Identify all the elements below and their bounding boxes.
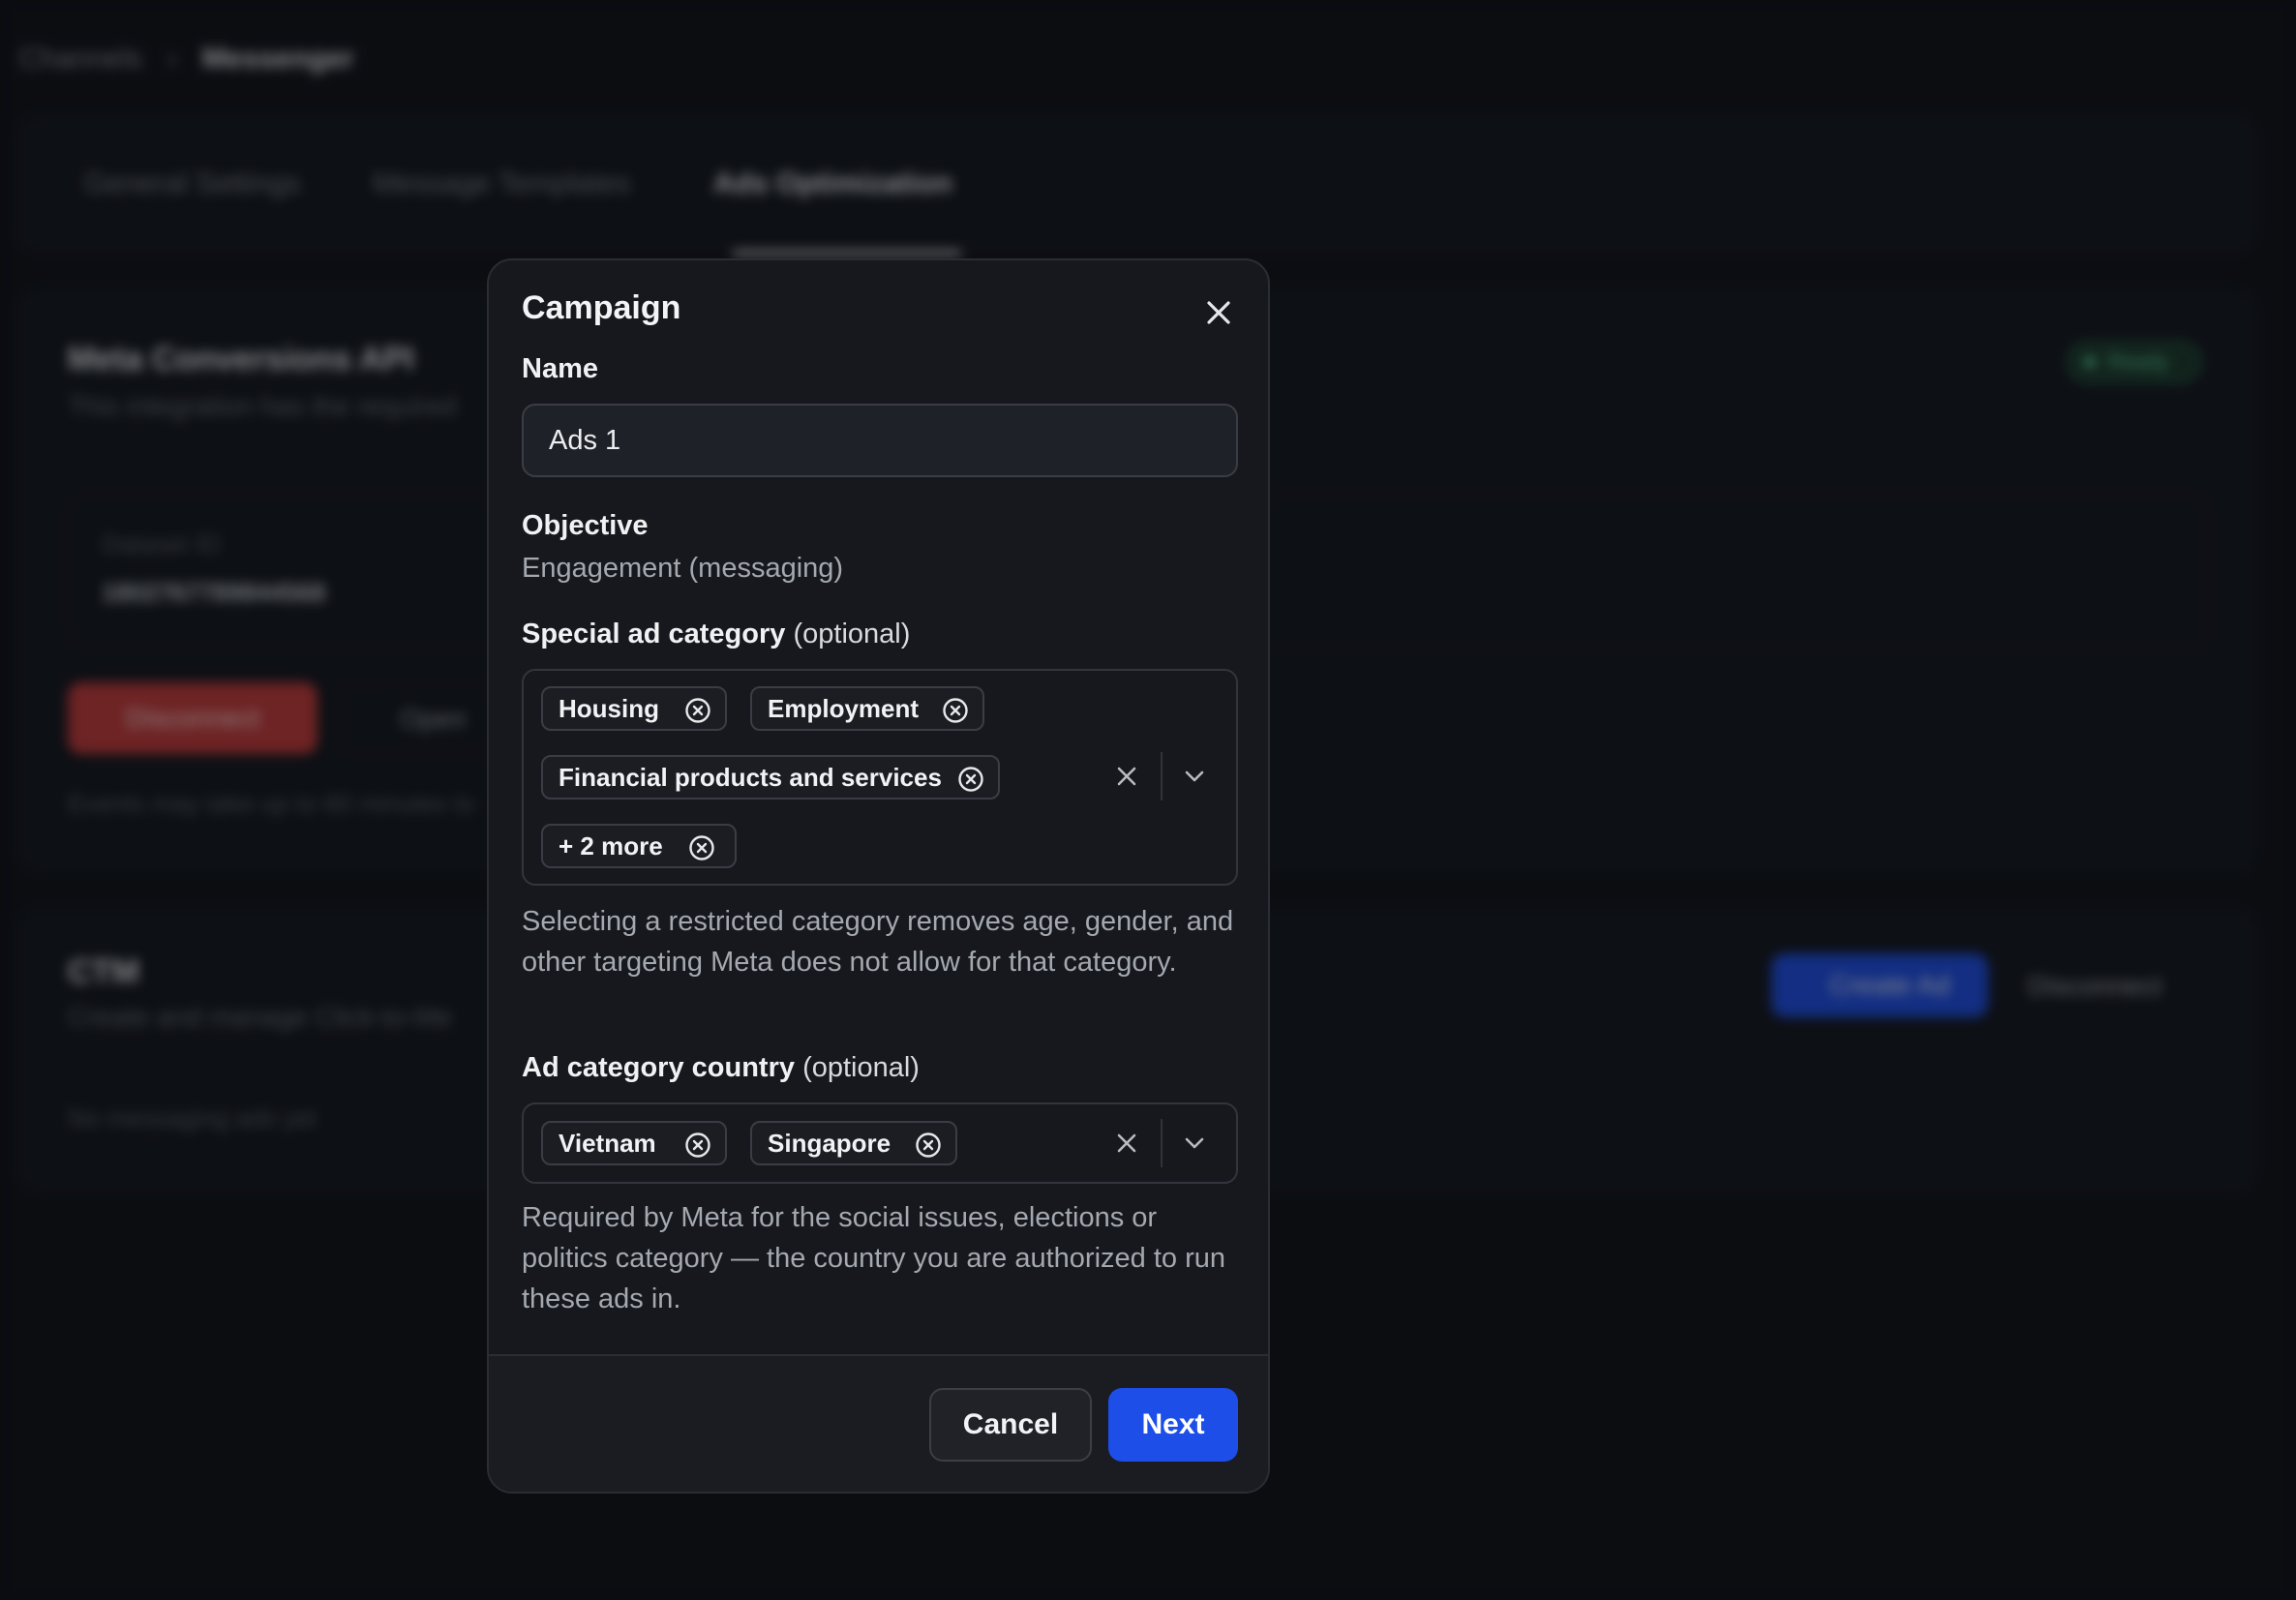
chip-more: + 2 more — [541, 824, 737, 868]
remove-chip-icon[interactable] — [915, 1132, 942, 1159]
chip-financial-products: Financial products and services — [541, 755, 1000, 800]
remove-chip-icon[interactable] — [684, 697, 711, 724]
clear-all-icon[interactable] — [1112, 762, 1141, 791]
select-divider — [1161, 1119, 1163, 1167]
chip-label: + 2 more — [559, 831, 663, 860]
chip-housing: Housing — [541, 686, 727, 731]
special-category-label: Special ad category (optional) — [522, 619, 910, 650]
close-icon[interactable] — [1197, 291, 1240, 334]
chevron-down-icon[interactable] — [1180, 1129, 1209, 1158]
country-label-text: Ad category country — [522, 1052, 795, 1083]
modal-footer: Cancel Next — [489, 1354, 1268, 1492]
next-button[interactable]: Next — [1108, 1388, 1238, 1462]
select-divider — [1161, 752, 1163, 800]
modal-title: Campaign — [522, 289, 681, 326]
special-category-help: Selecting a restricted category removes … — [522, 906, 1234, 978]
chip-label: Vietnam — [559, 1129, 656, 1158]
clear-all-icon[interactable] — [1112, 1129, 1141, 1158]
objective-value: Engagement (messaging) — [522, 553, 844, 584]
remove-chip-icon[interactable] — [957, 766, 984, 793]
country-optional: (optional) — [802, 1052, 920, 1083]
cancel-button[interactable]: Cancel — [929, 1388, 1092, 1462]
remove-chip-icon[interactable] — [688, 834, 715, 861]
chip-label: Housing — [559, 694, 659, 723]
chip-label: Financial products and services — [559, 763, 942, 792]
country-select[interactable]: Vietnam Singapore — [522, 1102, 1238, 1184]
chip-singapore: Singapore — [750, 1121, 957, 1165]
chip-label: Employment — [768, 694, 920, 723]
name-input[interactable]: Ads 1 — [522, 404, 1238, 477]
special-category-select[interactable]: Housing Employment Financial products an… — [522, 669, 1238, 886]
chip-label: Singapore — [768, 1129, 891, 1158]
remove-chip-icon[interactable] — [684, 1132, 711, 1159]
chip-employment: Employment — [750, 686, 984, 731]
remove-chip-icon[interactable] — [942, 697, 969, 724]
chevron-down-icon[interactable] — [1180, 762, 1209, 791]
name-label: Name — [522, 353, 598, 384]
special-category-optional: (optional) — [793, 619, 911, 649]
objective-label: Objective — [522, 510, 649, 541]
chip-vietnam: Vietnam — [541, 1121, 727, 1165]
country-label: Ad category country (optional) — [522, 1052, 920, 1084]
special-category-label-text: Special ad category — [522, 619, 786, 649]
country-help: Required by Meta for the social issues, … — [522, 1202, 1225, 1314]
campaign-modal: Campaign Name Ads 1 Objective Engagement… — [487, 258, 1270, 1494]
